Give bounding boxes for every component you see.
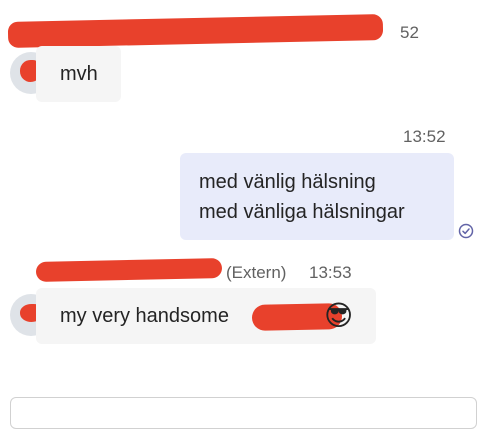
message-1-bubble[interactable]: mvh — [36, 46, 121, 102]
message-1-text: mvh — [60, 63, 98, 85]
compose-message-input[interactable] — [10, 397, 477, 429]
message-3-sender-suffix: (Extern) — [226, 263, 287, 282]
message-3-time: 13:53 — [309, 263, 352, 282]
message-2-line-2: med vänliga hälsningar — [199, 201, 405, 223]
redacted-sender-name — [7, 14, 384, 48]
sunglasses-emoji-icon: 😎 — [324, 300, 354, 331]
redacted-sender-name — [35, 258, 223, 282]
message-2-line-1: med vänlig hälsning — [199, 171, 376, 193]
message-3-text: my very handsome — [60, 305, 229, 327]
message-1-time: 52 — [400, 23, 419, 42]
message-2-bubble[interactable]: med vänlig hälsning med vänliga hälsning… — [180, 153, 454, 240]
message-3-bubble[interactable]: my very handsome 😎 — [36, 288, 376, 344]
read-receipt-check-icon — [458, 223, 474, 239]
message-2-time: 13:52 — [403, 127, 446, 146]
